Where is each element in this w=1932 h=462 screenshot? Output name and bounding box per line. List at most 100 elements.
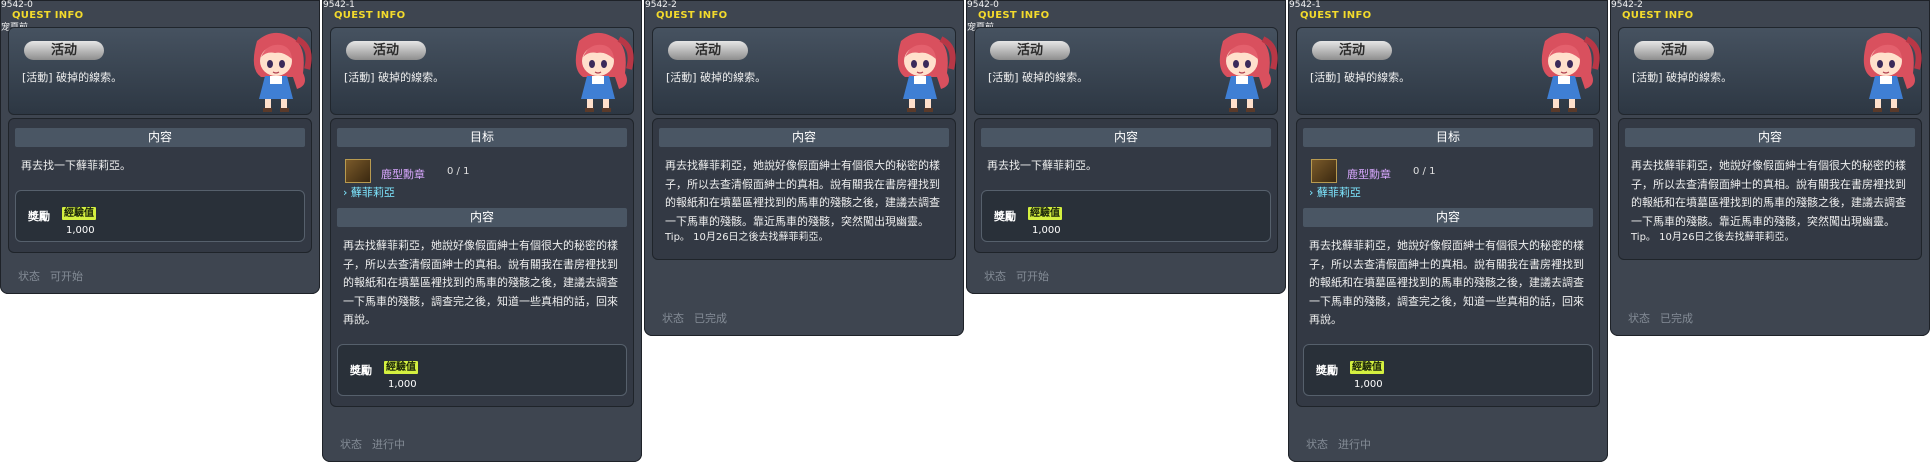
chevron-right-icon: › [1309,186,1317,199]
goal-npc-link[interactable]: › 蘚菲莉亞 [1309,186,1587,200]
panel-title: QUEST INFO [656,10,728,21]
quest-detail-box: 目标鹿型勳章 0 / 1 › 蘚菲莉亞内容再去找蘚菲莉亞，她說好像假面紳士有個很大的… [330,118,634,407]
content-section-header: 内容 [1303,208,1593,227]
quest-id: 9542-2 [645,0,677,10]
status-value: 已完成 [1660,312,1693,325]
npc-portrait [1203,29,1281,119]
content-section-header: 内容 [981,128,1271,147]
reward-box: 獎勵 經驗值 1,000 [337,343,627,396]
quest-category-tag: 活动 [668,41,748,60]
chevron-right-icon: › [343,186,351,199]
quest-header-box: 活动 [活動] 破掉的線索。 [8,27,312,115]
quest-category-tag: 活动 [1634,41,1714,60]
status-label: 状态 [984,270,1006,283]
quest-header-box: 活动 [活動] 破掉的線索。 [330,27,634,115]
status-label: 状态 [340,438,362,451]
quest-header-box: 活动 [活動] 破掉的線索。 [1618,27,1922,115]
status-label: 状态 [1628,312,1650,325]
quest-info-panel: 9542-1 QUEST INFO 活动 [活動] 破掉的線索。 目标 鹿型勳章 0 / 1… [1288,0,1608,462]
content-section-header: 内容 [1625,128,1915,147]
status-value: 已完成 [694,312,727,325]
goal-item-row[interactable]: 鹿型勳章 0 / 1 [337,159,627,183]
npc-portrait [1525,29,1603,119]
quest-info-panel: 9542-2 QUEST INFO 活动 [活動] 破掉的線索。内容再去找蘚菲莉亞，她… [1610,0,1930,336]
quest-info-panel: 9542-0宠夏前QUEST INFO活动[活動] 破掉的線索。内容再去找一下蘚… [0,0,320,294]
status-label: 状态 [18,270,40,283]
quest-detail-box: 内容再去找一下蘚菲莉亞。獎勵 經驗值 1,000 [8,118,312,253]
reward-label: 獎勵 [350,363,372,377]
quest-content-text: 再去找一下蘚菲莉亞。 [987,159,1097,172]
quest-id: 9542-2 [1611,0,1643,10]
quest-name: [活動] 破掉的線索。 [344,71,445,84]
quest-detail-box: 内容再去找一下蘚菲莉亞。獎勵 經驗值 1,000 [974,118,1278,253]
goal-npc-link[interactable]: › 蘚菲莉亞 [343,186,621,200]
quest-category-tag: 活动 [346,41,426,60]
quest-content-text: 再去找一下蘚菲莉亞。 [21,159,131,172]
quest-id: 9542-1 [1289,0,1321,10]
goal-section-header: 目标 [337,128,627,147]
quest-content-text: 再去找蘚菲莉亞，她說好像假面紳士有個很大的秘密的樣子，所以去查清假面紳士的真相。… [1309,239,1584,326]
quest-status: 状态 已完成 [662,310,727,326]
quest-name: [活動] 破掉的線索。 [666,71,767,84]
quest-category-tag: 活动 [990,41,1070,60]
status-value: 可开始 [50,270,83,283]
quest-info-panel: 9542-0宠夏前QUEST INFO活动[活動] 破掉的線索。内容再去找一下蘚… [966,0,1286,294]
quest-header-box: 活动 [活動] 破掉的線索。 [974,27,1278,115]
npc-portrait [559,29,637,119]
content-section-header: 内容 [659,128,949,147]
goal-section-header: 目标 [1303,128,1593,147]
goal-npc-name[interactable]: 蘚菲莉亞 [1317,186,1361,199]
quest-name: [活動] 破掉的線索。 [1632,71,1733,84]
quest-status: 状态 可开始 [984,268,1049,284]
npc-portrait [881,29,959,119]
quest-header-box: 活动 [活動] 破掉的線索。 [1296,27,1600,115]
status-value: 进行中 [372,438,405,451]
reward-label: 獎勵 [994,209,1016,223]
panel-title: QUEST INFO [978,10,1050,21]
reward-box: 獎勵 經驗值 1,000 [15,189,305,242]
quest-tip: Tip。 10月26日之後去找蘚菲莉亞。 [1631,232,1795,243]
content-section-header: 内容 [337,208,627,227]
quest-name: [活動] 破掉的線索。 [988,71,1089,84]
quest-status: 状态 可开始 [18,268,83,284]
reward-label: 獎勵 [28,209,50,223]
quest-content-text: 再去找蘚菲莉亞，她說好像假面紳士有個很大的秘密的樣子，所以去查清假面紳士的真相。… [665,159,940,228]
reward-label: 獎勵 [1316,363,1338,377]
exp-badge: 經驗值 [1350,360,1384,374]
quest-status: 状态 进行中 [340,436,405,452]
quest-header-box: 活动 [活動] 破掉的線索。 [652,27,956,115]
exp-value: 1,000 [66,224,95,236]
goal-item-row[interactable]: 鹿型勳章 0 / 1 [1303,159,1593,183]
exp-badge: 經驗值 [384,360,418,374]
quest-name: [活動] 破掉的線索。 [22,71,123,84]
status-value: 进行中 [1338,438,1371,451]
quest-info-panel: 9542-2 QUEST INFO 活动 [活動] 破掉的線索。内容再去找蘚菲莉亞，她… [644,0,964,336]
exp-value: 1,000 [388,378,417,390]
quest-detail-box: 目标鹿型勳章 0 / 1 › 蘚菲莉亞内容再去找蘚菲莉亞，她說好像假面紳士有個很大的… [1296,118,1600,407]
reward-box: 獎勵 經驗值 1,000 [981,189,1271,242]
goal-item-name[interactable]: 鹿型勳章 [1347,166,1391,182]
npc-portrait [1847,29,1925,119]
quest-tip: Tip。 10月26日之後去找蘚菲莉亞。 [665,232,829,243]
quest-name: [活動] 破掉的線索。 [1310,71,1411,84]
status-label: 状态 [662,312,684,325]
quest-detail-box: 内容再去找蘚菲莉亞，她說好像假面紳士有個很大的秘密的樣子，所以去查清假面紳士的真… [1618,118,1922,260]
panel-title: QUEST INFO [1622,10,1694,21]
content-section-header: 内容 [15,128,305,147]
quest-content-text: 再去找蘚菲莉亞，她說好像假面紳士有個很大的秘密的樣子，所以去查清假面紳士的真相。… [1631,159,1906,228]
quest-status: 状态 进行中 [1306,436,1371,452]
goal-item-count: 0 / 1 [447,166,470,177]
quest-status: 状态 已完成 [1628,310,1693,326]
quest-info-panel: 9542-1 QUEST INFO 活动 [活動] 破掉的線索。 目标 鹿型勳章 0 / 1… [322,0,642,462]
goal-item-count: 0 / 1 [1413,166,1436,177]
quest-content-text: 再去找蘚菲莉亞，她說好像假面紳士有個很大的秘密的樣子，所以去查清假面紳士的真相。… [343,239,618,326]
quest-id: 9542-0 [1,0,33,10]
status-value: 可开始 [1016,270,1049,283]
goal-item-name[interactable]: 鹿型勳章 [381,166,425,182]
goal-npc-name[interactable]: 蘚菲莉亞 [351,186,395,199]
quest-id: 9542-0 [967,0,999,10]
quest-detail-box: 内容再去找蘚菲莉亞，她說好像假面紳士有個很大的秘密的樣子，所以去查清假面紳士的真… [652,118,956,260]
exp-value: 1,000 [1354,378,1383,390]
exp-badge: 經驗值 [62,206,96,220]
panel-title: QUEST INFO [334,10,406,21]
